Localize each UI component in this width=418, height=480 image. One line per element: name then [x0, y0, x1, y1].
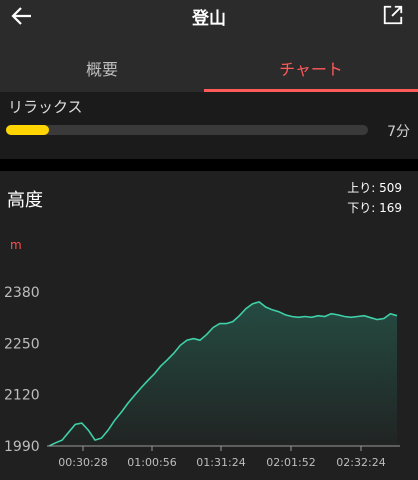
top-bar: 登山 概要 チャート [0, 0, 418, 92]
altitude-chart: 1990 2120 2250 2380 00:30:28 01:00:56 01:31:2… [4, 285, 400, 469]
relax-progress-track [6, 125, 368, 135]
x-tick-label: 01:00:56 [127, 456, 176, 469]
external-link-icon[interactable] [382, 4, 404, 26]
page-title: 登山 [192, 9, 226, 29]
tab-overview[interactable]: 概要 [0, 56, 204, 80]
x-tick-label: 01:31:24 [196, 456, 245, 469]
y-tick-label: 1990 [4, 439, 40, 455]
relax-progress-fill [6, 125, 50, 135]
tab-chart[interactable]: チャート [204, 56, 418, 80]
x-tick-label: 02:01:52 [266, 456, 315, 469]
y-tick-label: 2250 [4, 336, 40, 352]
x-tick-label: 00:30:28 [58, 456, 107, 469]
relax-label: リラックス [8, 98, 83, 116]
y-tick-label: 2380 [4, 285, 40, 301]
x-tick-label: 02:32:24 [336, 456, 385, 469]
relax-duration: 7分 [387, 124, 410, 140]
relax-section: リラックス 7分 [0, 92, 418, 159]
y-tick-label: 2120 [4, 388, 40, 404]
